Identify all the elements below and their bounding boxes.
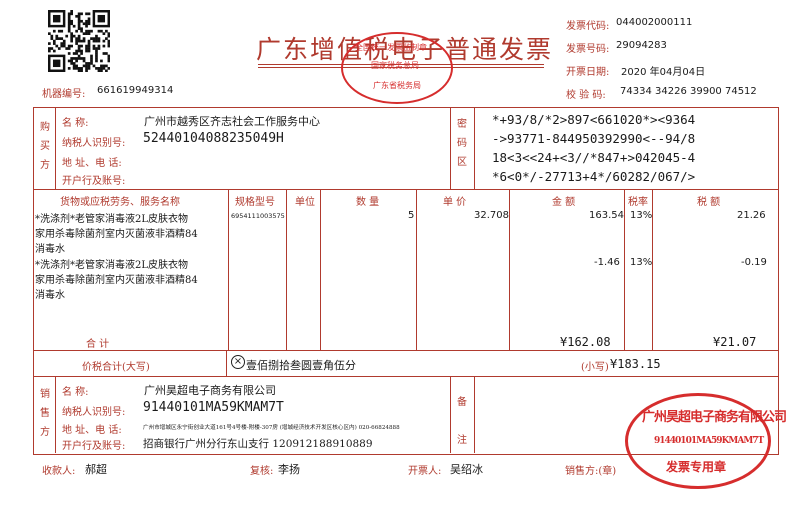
- item-name: 家用杀毒除菌剂室内灭菌液非酒精84: [35, 229, 198, 240]
- item-qty: 5: [408, 210, 415, 221]
- cipher-line: ->93771-844950392990<--94/8: [492, 131, 696, 146]
- col-divider-spec: [228, 189, 229, 350]
- seller-seal-label: 销售方:(章): [565, 466, 617, 477]
- header-spec: 规格型号: [235, 197, 275, 208]
- col-divider-qty: [320, 189, 321, 350]
- seller-address: 广州市增城区永宁街创业大道161号4号楼-附楼-307房 (增城经济技术开发区核…: [143, 425, 400, 431]
- total-label: 合 计: [86, 339, 110, 350]
- reviewer: 李扬: [278, 463, 300, 476]
- invoice-date: 2020 年04月04日: [621, 67, 706, 78]
- remark-label-divider: [474, 376, 475, 453]
- item-rate: 13%: [630, 257, 653, 268]
- col-divider-unit: [286, 189, 287, 350]
- header-tax: 税 额: [697, 197, 721, 208]
- buyer-bank-label: 开户行及账号:: [62, 176, 126, 187]
- payee: 郝超: [85, 463, 107, 476]
- cipher-line: *+93/8/*2>897<661020*><9364: [492, 112, 696, 127]
- company-stamp-name: 广州昊超电子商务有限公司: [642, 410, 787, 425]
- invoice-code: 044002000111: [616, 17, 693, 28]
- header-item-name: 货物或应税劳务、服务名称: [60, 197, 180, 208]
- header-unit: 单位: [295, 197, 315, 208]
- item-tax: -0.19: [741, 257, 767, 268]
- payee-label: 收款人:: [42, 466, 76, 477]
- col-divider-rate: [624, 189, 625, 350]
- invoice-date-label: 开票日期:: [566, 67, 610, 78]
- seller-name-label: 名 称:: [62, 387, 89, 398]
- tax-bureau-stamp-bottom: 广东省税务局: [373, 81, 421, 90]
- seller-bank-label: 开户行及账号:: [62, 441, 126, 452]
- sum-small-label: (小写): [581, 362, 609, 373]
- item-amount: -1.46: [594, 257, 620, 268]
- total-amount: ¥162.08: [560, 335, 611, 349]
- seller-section-label: 销售方: [40, 389, 50, 438]
- invoice-number-label: 发票号码:: [566, 44, 610, 55]
- item-rate: 13%: [630, 210, 653, 221]
- buyer-name-label: 名 称:: [62, 118, 89, 129]
- qr-code-graphic: [48, 10, 111, 73]
- buyer-taxid: 52440104088235049H: [143, 131, 284, 146]
- check-code-label: 校 验 码:: [566, 90, 606, 101]
- item-spec: 6954111003575: [231, 212, 285, 220]
- item-name: 家用杀毒除菌剂室内灭菌液非酒精84: [35, 275, 198, 286]
- tax-bureau-stamp: 全国统一发票监制章 国家税务总局 广东省税务局: [341, 32, 453, 104]
- buyer-section-label: 购买方: [40, 122, 50, 171]
- item-price: 32.708: [474, 210, 509, 221]
- buyer-address-label: 地 址、电 话:: [62, 158, 122, 169]
- invoice-number: 29094283: [616, 40, 667, 51]
- row-divider-total: [33, 350, 779, 351]
- header-price: 单 价: [443, 197, 467, 208]
- sum-words-label: 价税合计(大写): [82, 362, 150, 373]
- drawer: 吴绍冰: [450, 463, 483, 476]
- company-stamp-taxid: 91440101MA59KMAM7T: [654, 436, 764, 446]
- buyer-left-divider: [55, 107, 56, 189]
- col-divider-amount: [509, 189, 510, 350]
- cipher-label-divider: [474, 107, 475, 189]
- qr-code: [48, 10, 111, 73]
- row-divider-buyer: [33, 189, 779, 190]
- seller-name: 广州昊超电子商务有限公司: [144, 384, 276, 397]
- buyer-name: 广州市越秀区齐志社会工作服务中心: [144, 115, 320, 128]
- tax-bureau-stamp-top: 全国统一发票监制章: [355, 43, 427, 52]
- machine-number: 661619949314: [97, 85, 174, 96]
- company-stamp: 广州昊超电子商务有限公司 91440101MA59KMAM7T 发票专用章: [625, 393, 787, 489]
- remark-left-divider: [450, 376, 451, 453]
- sum-small-value: ¥183.15: [610, 357, 661, 371]
- seller-taxid-label: 纳税人识别号:: [62, 407, 126, 418]
- row-divider-seller: [33, 376, 779, 377]
- seller-bank: 招商银行广州分行东山支行 120912188910889: [143, 438, 373, 450]
- machine-number-label: 机器编号:: [42, 89, 86, 100]
- item-tax: 21.26: [737, 210, 766, 221]
- check-code: 74334 34226 39900 74512: [620, 86, 757, 97]
- seller-left-divider: [55, 376, 56, 453]
- seller-address-label: 地 址、电 话:: [62, 425, 122, 436]
- header-amount: 金 额: [552, 197, 576, 208]
- item-name: 消毒水: [35, 244, 65, 255]
- sum-label-divider: [226, 350, 227, 376]
- invoice-code-label: 发票代码:: [566, 21, 610, 32]
- sum-check-icon: ×: [231, 355, 245, 369]
- col-divider-price: [416, 189, 417, 350]
- item-name: *洗涤剂*老管家消毒液2L皮肤衣物: [35, 260, 189, 271]
- seller-taxid: 91440101MA59KMAM7T: [143, 400, 284, 415]
- reviewer-label: 复核:: [250, 466, 274, 477]
- header-rate: 税率: [628, 197, 648, 208]
- remark-section-label: 备注: [457, 397, 467, 446]
- cipher-line: *6<0*/-27713+4*/60282/067/>: [492, 169, 696, 184]
- item-amount: 163.54: [589, 210, 624, 221]
- tax-bureau-stamp-mid: 国家税务总局: [371, 61, 419, 70]
- cipher-left-divider: [450, 107, 451, 189]
- item-name: *洗涤剂*老管家消毒液2L皮肤衣物: [35, 214, 189, 225]
- buyer-taxid-label: 纳税人识别号:: [62, 138, 126, 149]
- cipher-line: 18<3<<24+<3//*847+>042045-4: [492, 150, 696, 165]
- total-tax: ¥21.07: [713, 335, 757, 349]
- company-stamp-bottom: 发票专用章: [666, 460, 727, 474]
- drawer-label: 开票人:: [408, 466, 442, 477]
- cipher-section-label: 密码区: [457, 119, 467, 168]
- sum-words: 壹佰捌拾叁圆壹角伍分: [246, 359, 356, 372]
- item-name: 消毒水: [35, 290, 65, 301]
- header-qty: 数 量: [356, 197, 380, 208]
